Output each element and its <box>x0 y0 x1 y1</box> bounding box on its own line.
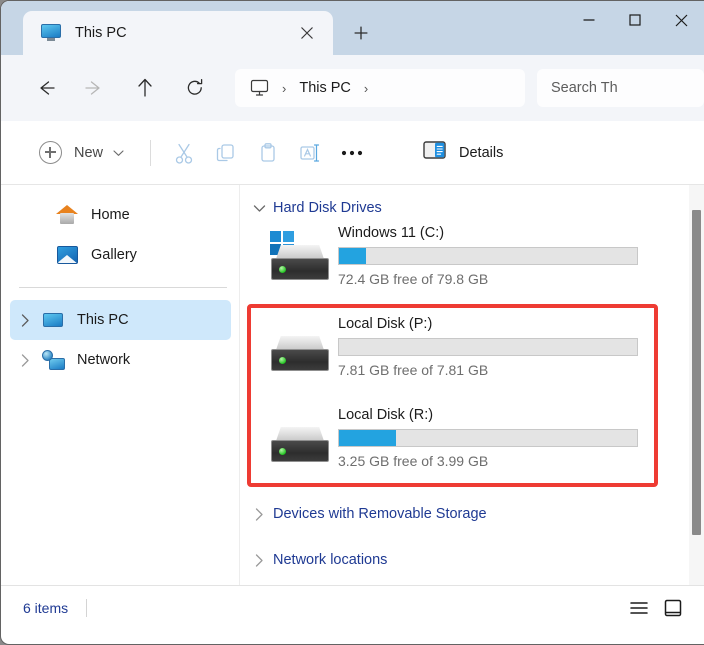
group-header-removable-storage[interactable]: Devices with Removable Storage <box>240 498 704 530</box>
maximize-button[interactable] <box>612 1 658 39</box>
rename-button <box>289 134 331 172</box>
close-tab-icon[interactable] <box>293 19 321 47</box>
navigation-bar: › This PC › Search Th <box>1 55 704 121</box>
drive-name: Windows 11 (C:) <box>338 225 638 241</box>
details-label: Details <box>459 145 503 161</box>
chevron-right-icon[interactable] <box>248 554 270 567</box>
new-button-label: New <box>74 145 103 161</box>
forward-button <box>77 70 113 106</box>
drive-free-space: 7.81 GB free of 7.81 GB <box>338 362 638 378</box>
drive-icon <box>262 312 338 374</box>
list-view-button[interactable] <box>622 593 656 623</box>
drive-details: Local Disk (R:) 3.25 GB free of 3.99 GB <box>338 403 662 469</box>
sidebar-item-gallery[interactable]: Gallery <box>10 235 231 275</box>
drive-details: Windows 11 (C:) 72.4 GB free of 79.8 GB <box>338 221 662 287</box>
breadcrumb-item-this-pc[interactable]: This PC <box>295 80 355 96</box>
capacity-bar <box>338 247 638 265</box>
capacity-bar-fill <box>339 430 396 446</box>
home-icon <box>54 204 80 226</box>
sidebar-item-label: Home <box>91 207 130 223</box>
this-pc-icon[interactable] <box>245 79 273 97</box>
drive-item-local-disk-p[interactable]: Local Disk (P:) 7.81 GB free of 7.81 GB <box>240 312 704 403</box>
drive-icon <box>262 403 338 465</box>
sidebar-item-label: Network <box>77 352 130 368</box>
this-pc-icon <box>40 309 66 331</box>
window-controls <box>566 1 704 39</box>
content-area: Home Gallery This PC <box>1 185 704 585</box>
breadcrumb-separator-2[interactable]: › <box>355 81 377 96</box>
sidebar-item-home[interactable]: Home <box>10 195 231 235</box>
drive-free-space: 3.25 GB free of 3.99 GB <box>338 453 638 469</box>
plus-icon <box>39 141 62 164</box>
new-button[interactable]: New <box>29 135 134 171</box>
sidebar-divider <box>19 287 227 288</box>
copy-button <box>205 134 247 172</box>
navigation-pane: Home Gallery This PC <box>1 185 240 585</box>
group-title: Hard Disk Drives <box>273 200 382 216</box>
more-options-button[interactable] <box>331 134 373 172</box>
chevron-right-icon[interactable] <box>248 508 270 521</box>
tab-label: This PC <box>75 25 293 41</box>
drive-details: Local Disk (P:) 7.81 GB free of 7.81 GB <box>338 312 662 378</box>
sidebar-item-this-pc[interactable]: This PC <box>10 300 231 340</box>
command-bar: New Details <box>1 121 704 185</box>
windows-drive-icon <box>262 221 338 283</box>
group-title: Network locations <box>273 552 387 568</box>
monitor-icon <box>41 24 61 42</box>
details-view-button[interactable]: Details <box>413 134 513 172</box>
sidebar-item-label: Gallery <box>91 247 137 263</box>
cut-button <box>163 134 205 172</box>
chevron-right-icon[interactable] <box>10 314 40 327</box>
chevron-right-icon[interactable] <box>10 354 40 367</box>
file-list-pane: Hard Disk Drives Windows 11 (C:) 72.4 GB… <box>240 185 704 585</box>
drive-name: Local Disk (P:) <box>338 316 638 332</box>
group-header-network-locations[interactable]: Network locations <box>240 544 704 576</box>
minimize-button[interactable] <box>566 1 612 39</box>
drive-item-local-disk-r[interactable]: Local Disk (R:) 3.25 GB free of 3.99 GB <box>240 403 704 494</box>
tab-strip: This PC <box>1 1 379 55</box>
details-pane-icon <box>423 140 447 165</box>
network-icon <box>40 349 66 371</box>
back-button[interactable] <box>27 70 63 106</box>
breadcrumb[interactable]: › This PC › <box>235 69 525 107</box>
capacity-bar <box>338 338 638 356</box>
chevron-down-icon <box>113 149 124 157</box>
up-button[interactable] <box>127 70 163 106</box>
title-bar: This PC <box>1 1 704 55</box>
drive-item-windows-c[interactable]: Windows 11 (C:) 72.4 GB free of 79.8 GB <box>240 221 704 312</box>
new-tab-button[interactable] <box>343 15 379 51</box>
gallery-icon <box>54 244 80 266</box>
breadcrumb-separator-1: › <box>273 81 295 96</box>
chevron-down-icon[interactable] <box>248 204 270 213</box>
status-bar: 6 items <box>1 585 704 629</box>
details-pane-toggle-button[interactable] <box>656 593 690 623</box>
refresh-button[interactable] <box>177 70 213 106</box>
sidebar-item-label: This PC <box>77 312 129 328</box>
command-divider <box>150 140 151 166</box>
vertical-scrollbar[interactable] <box>689 185 704 585</box>
scrollbar-thumb[interactable] <box>692 210 701 535</box>
status-divider <box>86 599 87 617</box>
drive-name: Local Disk (R:) <box>338 407 638 423</box>
close-window-button[interactable] <box>658 1 704 39</box>
tab-this-pc[interactable]: This PC <box>23 11 333 55</box>
drive-free-space: 72.4 GB free of 79.8 GB <box>338 271 638 287</box>
paste-button <box>247 134 289 172</box>
capacity-bar <box>338 429 638 447</box>
group-header-hard-disk-drives[interactable]: Hard Disk Drives <box>240 195 704 221</box>
file-explorer-window: This PC <box>0 0 704 645</box>
group-title: Devices with Removable Storage <box>273 506 487 522</box>
sidebar-item-network[interactable]: Network <box>10 340 231 380</box>
item-count: 6 items <box>23 600 68 616</box>
capacity-bar-fill <box>339 248 366 264</box>
search-input[interactable]: Search Th <box>537 69 704 107</box>
search-placeholder: Search Th <box>551 80 618 96</box>
